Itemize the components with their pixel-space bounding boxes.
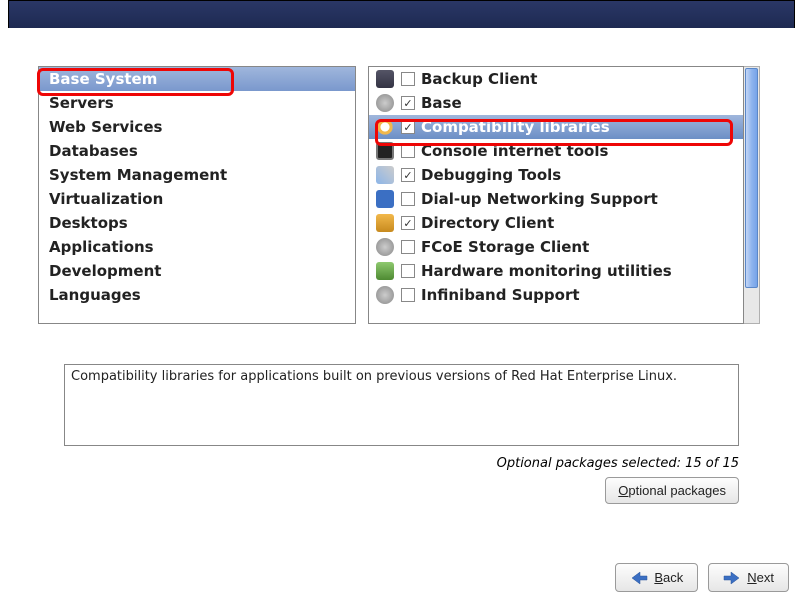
package-row[interactable]: Dial-up Networking Support	[369, 187, 743, 211]
back-label-rest: ack	[663, 570, 683, 585]
category-item[interactable]: Databases	[39, 139, 355, 163]
package-row[interactable]: Backup Client	[369, 67, 743, 91]
nav-row: Back Next	[615, 563, 789, 592]
top-banner	[8, 0, 795, 28]
package-panel-wrap: Backup Client ✓ Base ✓ Compatibility librari…	[368, 66, 760, 324]
package-row[interactable]: ✓ Debugging Tools	[369, 163, 743, 187]
package-row[interactable]: Infiniband Support	[369, 283, 743, 307]
category-item[interactable]: Desktops	[39, 211, 355, 235]
gear-icon	[375, 93, 395, 113]
back-mnemonic: B	[654, 570, 663, 585]
package-row[interactable]: Console internet tools	[369, 139, 743, 163]
package-row[interactable]: ✓ Directory Client	[369, 211, 743, 235]
next-label-rest: ext	[757, 570, 774, 585]
package-list[interactable]: Backup Client ✓ Base ✓ Compatibility librari…	[368, 66, 744, 324]
category-item[interactable]: Languages	[39, 283, 355, 307]
package-label: Hardware monitoring utilities	[421, 262, 672, 280]
category-item[interactable]: Virtualization	[39, 187, 355, 211]
package-label: FCoE Storage Client	[421, 238, 589, 256]
package-label: Base	[421, 94, 462, 112]
package-label: Compatibility libraries	[421, 118, 610, 136]
package-row[interactable]: FCoE Storage Client	[369, 235, 743, 259]
scrollbar[interactable]	[744, 66, 760, 324]
package-checkbox[interactable]: ✓	[401, 216, 415, 230]
status-text: Optional packages selected: 15 of 15	[0, 452, 803, 473]
optional-label-rest: ptional packages	[628, 483, 726, 498]
package-row[interactable]: ✓ Base	[369, 91, 743, 115]
package-checkbox[interactable]	[401, 192, 415, 206]
next-button[interactable]: Next	[708, 563, 789, 592]
package-label: Dial-up Networking Support	[421, 190, 658, 208]
package-label: Backup Client	[421, 70, 537, 88]
back-button[interactable]: Back	[615, 563, 698, 592]
package-checkbox[interactable]	[401, 72, 415, 86]
phone-icon	[375, 189, 395, 209]
ring-icon	[375, 117, 395, 137]
package-checkbox[interactable]: ✓	[401, 96, 415, 110]
gear-icon	[375, 237, 395, 257]
package-checkbox[interactable]: ✓	[401, 120, 415, 134]
category-item[interactable]: Servers	[39, 91, 355, 115]
tape-icon	[375, 69, 395, 89]
hw-icon	[375, 261, 395, 281]
package-checkbox[interactable]: ✓	[401, 168, 415, 182]
package-label: Debugging Tools	[421, 166, 561, 184]
next-mnemonic: N	[747, 570, 756, 585]
package-row[interactable]: ✓ Compatibility libraries	[369, 115, 743, 139]
description-box: Compatibility libraries for applications…	[64, 364, 739, 446]
category-item[interactable]: Applications	[39, 235, 355, 259]
arrow-right-icon	[723, 571, 741, 585]
package-row[interactable]: Hardware monitoring utilities	[369, 259, 743, 283]
package-checkbox[interactable]	[401, 240, 415, 254]
package-label: Directory Client	[421, 214, 554, 232]
package-label: Console internet tools	[421, 142, 608, 160]
category-item[interactable]: Web Services	[39, 115, 355, 139]
optional-packages-button[interactable]: Optional packages	[605, 477, 739, 504]
package-checkbox[interactable]	[401, 144, 415, 158]
optional-mnemonic: O	[618, 483, 628, 498]
term-icon	[375, 141, 395, 161]
package-checkbox[interactable]	[401, 288, 415, 302]
package-checkbox[interactable]	[401, 264, 415, 278]
category-item[interactable]: System Management	[39, 163, 355, 187]
category-item[interactable]: Development	[39, 259, 355, 283]
dir-icon	[375, 213, 395, 233]
scroll-thumb[interactable]	[745, 68, 758, 288]
category-item[interactable]: Base System	[39, 67, 355, 91]
package-label: Infiniband Support	[421, 286, 580, 304]
gear-icon	[375, 285, 395, 305]
arrow-left-icon	[630, 571, 648, 585]
category-list[interactable]: Base SystemServersWeb ServicesDatabasesS…	[38, 66, 356, 324]
tools-icon	[375, 165, 395, 185]
main-area: Base SystemServersWeb ServicesDatabasesS…	[0, 28, 803, 334]
